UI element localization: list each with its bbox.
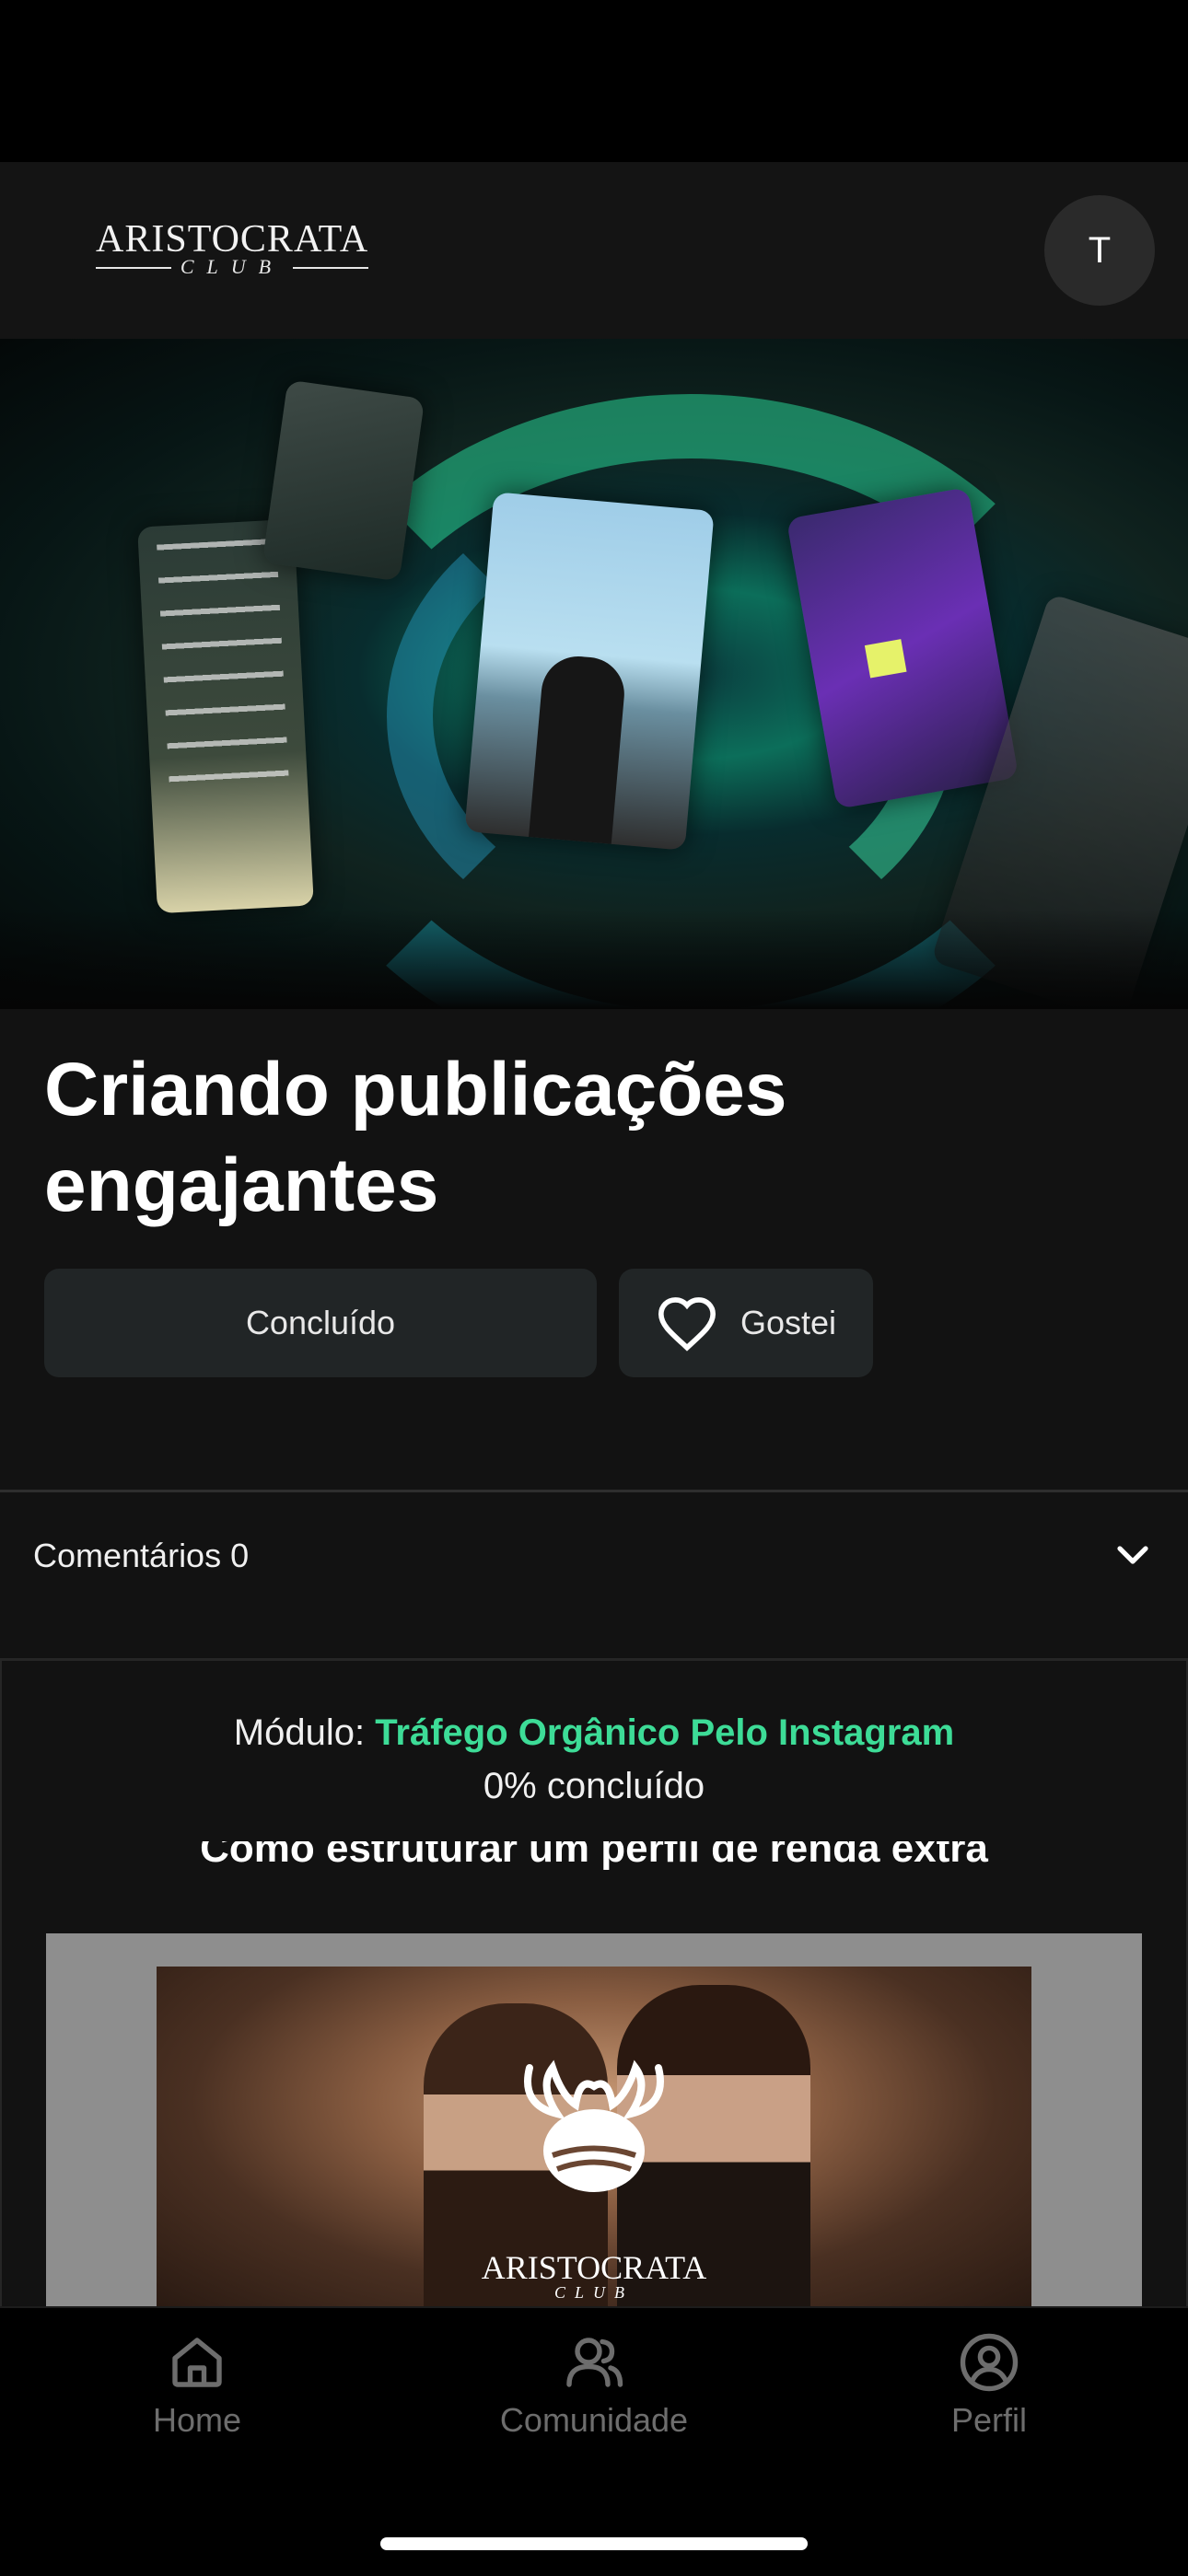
like-button[interactable]: Gostei [619, 1269, 873, 1377]
next-lesson-title[interactable]: Como estruturar um perfil de renda extra [0, 1841, 1188, 1895]
nav-community-label: Comunidade [499, 2401, 689, 2439]
moose-logo-icon [524, 2060, 664, 2192]
nav-community[interactable]: Comunidade [456, 2329, 732, 2440]
next-lesson-card[interactable]: ARISTOCRATA CLUB [46, 1933, 1142, 2306]
module-prefix: Módulo: [233, 1712, 376, 1753]
thumb-brand-name: ARISTOCRATA [481, 2249, 707, 2286]
lesson-title: Criando publicações engajantes [44, 1048, 787, 1227]
brand-name: ARISTOCRATA [96, 218, 369, 261]
nav-profile-label: Perfil [950, 2401, 1028, 2439]
profile-icon [960, 2333, 1019, 2392]
home-icon [172, 2338, 222, 2387]
module-progress: 0% concluído [483, 1766, 705, 1806]
nav-profile[interactable]: Perfil [851, 2329, 1127, 2440]
user-avatar[interactable]: T [1044, 195, 1155, 306]
nav-home[interactable]: Home [59, 2329, 335, 2440]
brand-logo[interactable]: ARISTOCRATA CLUB [96, 219, 368, 280]
nav-home-label: Home [152, 2401, 242, 2439]
module-heading: Módulo: Tráfego Orgânico Pelo Instagram [0, 1709, 1188, 1757]
chevron-down-icon[interactable] [1114, 1543, 1151, 1569]
photo-card-center [464, 492, 715, 851]
photo-card-top [262, 379, 425, 582]
thumb-brand-sub: CLUB [553, 2283, 634, 2302]
completed-label: Concluído [245, 1304, 396, 1341]
next-lesson-thumbnail: ARISTOCRATA CLUB [157, 1967, 1031, 2306]
status-bar [0, 0, 1188, 162]
hero-fade [0, 910, 1188, 1009]
lesson-video-thumbnail[interactable] [0, 339, 1188, 1009]
module-name[interactable]: Tráfego Orgânico Pelo Instagram [375, 1712, 954, 1753]
mark-completed-button[interactable]: Concluído [44, 1269, 597, 1377]
next-lesson-title-text: Como estruturar um perfil de renda extra [200, 1841, 988, 1871]
heart-icon [658, 1297, 716, 1352]
users-icon [566, 2338, 623, 2387]
comments-label: Comentários 0 [33, 1537, 250, 1574]
like-label: Gostei [740, 1304, 837, 1341]
home-indicator[interactable] [380, 2537, 808, 2550]
phone-card-left [137, 518, 314, 914]
logo-rule-right [293, 267, 368, 269]
